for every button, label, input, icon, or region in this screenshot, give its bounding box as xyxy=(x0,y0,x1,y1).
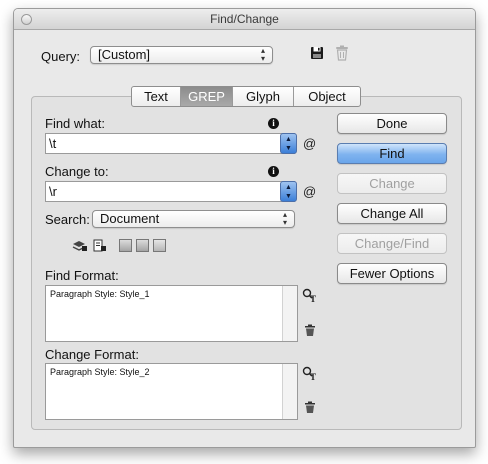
change-all-button[interactable]: Change All xyxy=(337,203,447,224)
find-what-label: Find what: xyxy=(45,116,105,131)
window-title: Find/Change xyxy=(210,12,279,26)
done-button[interactable]: Done xyxy=(337,113,447,134)
footnotes-icon[interactable] xyxy=(153,239,166,252)
floppy-disk-icon[interactable] xyxy=(310,46,324,60)
change-format-box[interactable]: Paragraph Style: Style_2 xyxy=(45,363,298,420)
tab-glyph[interactable]: Glyph xyxy=(233,87,294,106)
find-format-label: Find Format: xyxy=(45,268,119,283)
locked-stories-icon[interactable] xyxy=(93,239,107,252)
tab-text[interactable]: Text xyxy=(132,87,181,106)
svg-text:T: T xyxy=(310,372,316,381)
change-button[interactable]: Change xyxy=(337,173,447,194)
title-bar: Find/Change xyxy=(14,9,475,30)
chevron-updown-icon: ▴ ▾ xyxy=(260,46,265,63)
find-format-value: Paragraph Style: Style_1 xyxy=(50,289,150,299)
change-history-stepper[interactable]: ▲ ▼ xyxy=(280,181,297,202)
find-special-characters-button[interactable]: @ xyxy=(303,133,318,154)
change-find-button[interactable]: Change/Find xyxy=(337,233,447,254)
clear-change-format-icon[interactable] xyxy=(304,401,316,414)
search-label: Search: xyxy=(45,212,90,227)
find-button[interactable]: Find xyxy=(337,143,447,164)
find-what-input[interactable]: \t xyxy=(45,133,295,154)
info-icon[interactable]: i xyxy=(268,118,279,129)
change-special-characters-button[interactable]: @ xyxy=(303,181,318,202)
find-change-window: Find/Change Query: [Custom] ▴ ▾ Text GREP… xyxy=(13,8,476,448)
specify-change-format-icon[interactable]: T xyxy=(302,366,317,381)
change-format-label: Change Format: xyxy=(45,347,139,362)
find-history-stepper[interactable]: ▲ ▼ xyxy=(280,133,297,154)
trash-icon[interactable] xyxy=(335,45,349,61)
clear-find-format-icon[interactable] xyxy=(304,324,316,337)
chevron-updown-icon: ▴ ▾ xyxy=(282,210,287,227)
query-select-value: [Custom] xyxy=(98,47,151,62)
info-icon[interactable]: i xyxy=(268,166,279,177)
scrollbar[interactable] xyxy=(282,286,297,341)
change-to-input[interactable]: \r xyxy=(45,181,295,202)
specify-find-format-icon[interactable]: T xyxy=(302,288,317,303)
tab-grep[interactable]: GREP xyxy=(181,87,233,106)
mode-tabs: Text GREP Glyph Object xyxy=(131,86,361,107)
svg-text:T: T xyxy=(310,294,316,303)
scrollbar[interactable] xyxy=(282,364,297,419)
search-scope-select[interactable]: Document ▴ ▾ xyxy=(92,210,295,228)
hidden-layers-icon[interactable] xyxy=(119,239,132,252)
change-format-value: Paragraph Style: Style_2 xyxy=(50,367,150,377)
tab-object[interactable]: Object xyxy=(294,87,360,106)
query-select[interactable]: [Custom] ▴ ▾ xyxy=(90,46,273,64)
search-scope-value: Document xyxy=(100,211,160,226)
locked-layers-icon[interactable] xyxy=(72,239,88,252)
fewer-options-button[interactable]: Fewer Options xyxy=(337,263,447,284)
query-label: Query: xyxy=(41,49,81,64)
find-format-box[interactable]: Paragraph Style: Style_1 xyxy=(45,285,298,342)
master-pages-icon[interactable] xyxy=(136,239,149,252)
change-to-label: Change to: xyxy=(45,164,109,179)
